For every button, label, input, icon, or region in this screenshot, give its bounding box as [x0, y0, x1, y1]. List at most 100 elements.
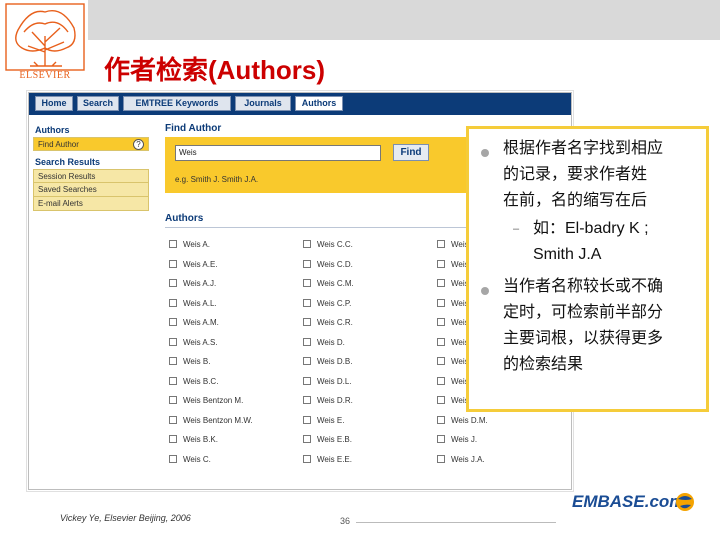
author-row[interactable]: Weis A.E. — [169, 259, 218, 271]
author-checkbox[interactable] — [169, 357, 177, 365]
author-checkbox[interactable] — [303, 415, 311, 424]
author-checkbox[interactable] — [437, 454, 445, 463]
author-row[interactable]: Weis Bentzon M. — [169, 395, 243, 407]
author-checkbox[interactable] — [437, 435, 445, 443]
author-checkbox[interactable] — [303, 259, 311, 268]
author-row[interactable]: Weis B. — [169, 356, 210, 368]
author-row[interactable]: Weis J.A. — [437, 454, 485, 466]
author-checkbox[interactable] — [437, 259, 445, 268]
author-row[interactable]: Weis D.B. — [303, 356, 352, 368]
author-row[interactable]: Weis J. — [437, 434, 477, 446]
sidebar-item-find-author[interactable]: Find Author ? — [33, 137, 149, 151]
author-checkbox[interactable] — [437, 298, 445, 307]
author-checkbox[interactable] — [437, 318, 445, 326]
author-row[interactable]: Weis E. — [303, 415, 344, 427]
author-checkbox[interactable] — [169, 240, 177, 248]
author-row[interactable]: Weis — [437, 259, 469, 271]
author-checkbox[interactable] — [169, 337, 177, 346]
author-checkbox[interactable] — [169, 376, 177, 385]
author-row[interactable]: Weis — [437, 298, 469, 310]
author-name: Weis J.A. — [451, 454, 485, 464]
author-row[interactable]: Weis A.J. — [169, 278, 216, 290]
author-row[interactable]: Weis C.P. — [303, 298, 351, 310]
author-row[interactable]: Weis B.K. — [169, 434, 218, 446]
author-row[interactable]: Weis D. — [303, 337, 345, 349]
author-checkbox[interactable] — [169, 454, 177, 463]
sidebar-item-session-results[interactable]: Session Results — [33, 169, 149, 183]
author-checkbox[interactable] — [437, 357, 445, 365]
author-checkbox[interactable] — [169, 415, 177, 424]
author-checkbox[interactable] — [303, 376, 311, 385]
author-row[interactable]: Weis D.L. — [303, 376, 352, 388]
author-row[interactable]: Weis — [437, 317, 469, 329]
author-checkbox[interactable] — [303, 279, 311, 287]
author-row[interactable]: Weis — [437, 337, 469, 349]
author-checkbox[interactable] — [303, 240, 311, 248]
author-checkbox[interactable] — [303, 298, 311, 307]
author-row[interactable]: Weis C. — [169, 454, 211, 466]
bullet-icon — [481, 287, 489, 295]
bullet-icon — [481, 149, 489, 157]
bullet-text-1-line-1: 根据作者名字找到相应 — [503, 140, 664, 157]
author-checkbox[interactable] — [437, 415, 445, 424]
author-checkbox[interactable] — [437, 240, 445, 248]
author-row[interactable]: Weis — [437, 395, 469, 407]
author-checkbox[interactable] — [303, 357, 311, 365]
sidebar-heading-search-results: Search Results — [35, 157, 101, 167]
author-name: Weis C.C. — [317, 240, 353, 249]
author-checkbox[interactable] — [437, 279, 445, 287]
author-row[interactable]: Weis A.L. — [169, 298, 217, 310]
tab-emtree-keywords[interactable]: EMTREE Keywords — [123, 96, 231, 111]
example-line-1: 如：El-badry K ; — [533, 220, 649, 237]
author-search-input[interactable]: Weis — [175, 145, 381, 161]
author-row[interactable]: Weis — [437, 356, 469, 368]
help-icon[interactable]: ? — [133, 139, 144, 150]
sidebar-item-email-alerts[interactable]: E-mail Alerts — [33, 197, 149, 211]
author-name: Weis C.D. — [317, 259, 353, 269]
author-checkbox[interactable] — [303, 337, 311, 346]
author-checkbox[interactable] — [169, 396, 177, 404]
tab-journals[interactable]: Journals — [235, 96, 291, 111]
author-name: Weis E. — [317, 415, 345, 425]
author-checkbox[interactable] — [169, 435, 177, 443]
author-row[interactable]: Weis A.M. — [169, 317, 219, 329]
author-row[interactable]: Weis E.E. — [303, 454, 352, 466]
author-row[interactable]: Weis B.C. — [169, 376, 218, 388]
author-checkbox[interactable] — [169, 259, 177, 268]
author-row[interactable]: Weis C.R. — [303, 317, 353, 329]
author-checkbox[interactable] — [303, 454, 311, 463]
author-name: Weis Bentzon M.W. — [183, 415, 253, 425]
author-checkbox[interactable] — [169, 298, 177, 307]
author-name: Weis Bentzon M. — [183, 396, 244, 405]
author-checkbox[interactable] — [303, 396, 311, 404]
tab-search[interactable]: Search — [77, 96, 119, 111]
author-checkbox[interactable] — [303, 318, 311, 326]
tab-home[interactable]: Home — [35, 96, 73, 111]
author-checkbox[interactable] — [169, 318, 177, 326]
author-row[interactable]: Weis E.B. — [303, 434, 352, 446]
author-checkbox[interactable] — [169, 279, 177, 287]
find-button[interactable]: Find — [393, 144, 429, 161]
author-row[interactable]: Weis A.S. — [169, 337, 218, 349]
author-row[interactable]: Weis C.D. — [303, 259, 353, 271]
author-name: Weis B. — [183, 357, 211, 366]
author-row[interactable]: Weis D.M. — [437, 415, 488, 427]
author-row[interactable]: Weis — [437, 239, 469, 251]
author-checkbox[interactable] — [303, 435, 311, 443]
author-row[interactable]: Weis C.M. — [303, 278, 354, 290]
author-name: Weis A.S. — [183, 337, 218, 347]
author-row[interactable]: Weis — [437, 376, 469, 388]
author-checkbox[interactable] — [437, 376, 445, 385]
author-row[interactable]: Weis D.R. — [303, 395, 353, 407]
author-name: Weis A.E. — [183, 259, 218, 269]
author-row[interactable]: Weis — [437, 278, 469, 290]
authors-heading: Authors — [165, 213, 204, 224]
author-row[interactable]: Weis Bentzon M.W. — [169, 415, 253, 427]
author-checkbox[interactable] — [437, 396, 445, 404]
tab-authors[interactable]: Authors — [295, 96, 343, 111]
author-row[interactable]: Weis C.C. — [303, 239, 353, 251]
sidebar-item-saved-searches[interactable]: Saved Searches — [33, 183, 149, 197]
author-name: Weis D.B. — [317, 357, 353, 366]
author-checkbox[interactable] — [437, 337, 445, 346]
author-row[interactable]: Weis A. — [169, 239, 210, 251]
